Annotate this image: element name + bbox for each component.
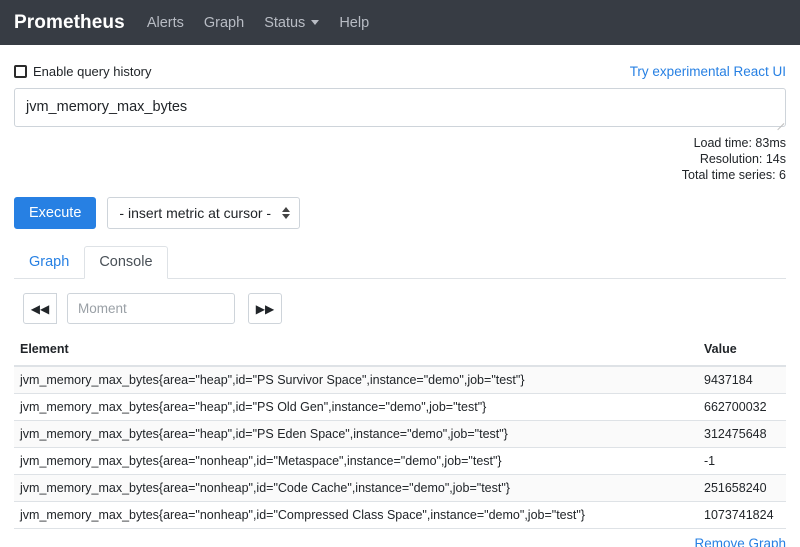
nav-item-alerts-label: Alerts (147, 15, 184, 31)
cell-element: jvm_memory_max_bytes{area="heap",id="PS … (14, 421, 698, 448)
graph-console-tabs: Graph Console (14, 246, 786, 279)
cell-element: jvm_memory_max_bytes{area="nonheap",id="… (14, 475, 698, 502)
remove-graph-link[interactable]: Remove Graph (694, 536, 786, 547)
remove-graph-row: Remove Graph (14, 536, 786, 547)
result-table: Element Value jvm_memory_max_bytes{area=… (14, 338, 786, 529)
moment-navigation: ◀◀ ▶▶ (23, 293, 786, 324)
enable-query-history-control[interactable]: Enable query history (14, 64, 152, 79)
tab-graph[interactable]: Graph (14, 246, 84, 279)
nav-item-graph-label: Graph (204, 15, 244, 31)
cell-element: jvm_memory_max_bytes{area="nonheap",id="… (14, 448, 698, 475)
query-history-checkbox[interactable] (14, 65, 27, 78)
nav-item-status-label: Status (264, 15, 305, 31)
cell-value: 662700032 (698, 394, 786, 421)
execute-button[interactable]: Execute (14, 197, 96, 229)
cell-element: jvm_memory_max_bytes{area="nonheap",id="… (14, 502, 698, 529)
controls-row: Execute - insert metric at cursor - (14, 197, 786, 229)
stat-total-series: Total time series: 6 (14, 167, 786, 183)
table-row: jvm_memory_max_bytes{area="nonheap",id="… (14, 502, 786, 529)
query-stats: Load time: 83ms Resolution: 14s Total ti… (14, 135, 786, 183)
topbar: Enable query history Try experimental Re… (14, 45, 786, 75)
expression-wrapper (14, 88, 786, 127)
nav-item-status[interactable]: Status (264, 15, 319, 31)
cell-element: jvm_memory_max_bytes{area="heap",id="PS … (14, 366, 698, 394)
column-header-value: Value (698, 338, 786, 366)
insert-metric-select-value: - insert metric at cursor - (119, 205, 271, 221)
cell-value: 312475648 (698, 421, 786, 448)
tab-console[interactable]: Console (84, 246, 167, 279)
result-table-head: Element Value (14, 338, 786, 366)
select-spinner-icon (282, 207, 290, 219)
cell-value: -1 (698, 448, 786, 475)
table-row: jvm_memory_max_bytes{area="heap",id="PS … (14, 366, 786, 394)
brand-prometheus[interactable]: Prometheus (14, 12, 125, 34)
cell-value: 9437184 (698, 366, 786, 394)
result-table-body: jvm_memory_max_bytes{area="heap",id="PS … (14, 366, 786, 529)
insert-metric-select[interactable]: - insert metric at cursor - (107, 197, 300, 229)
stat-resolution: Resolution: 14s (14, 151, 786, 167)
step-forward-icon[interactable]: ▶▶ (248, 293, 282, 324)
nav-item-help[interactable]: Help (339, 15, 369, 31)
console-panel: ◀◀ ▶▶ Element Value jvm_memory_max_bytes… (14, 279, 786, 547)
stat-load-time: Load time: 83ms (14, 135, 786, 151)
step-backward-icon[interactable]: ◀◀ (23, 293, 57, 324)
table-row: jvm_memory_max_bytes{area="heap",id="PS … (14, 394, 786, 421)
moment-input[interactable] (67, 293, 235, 324)
nav-item-alerts[interactable]: Alerts (147, 15, 184, 31)
nav-item-graph[interactable]: Graph (204, 15, 244, 31)
table-row: jvm_memory_max_bytes{area="nonheap",id="… (14, 448, 786, 475)
query-history-label: Enable query history (33, 64, 152, 79)
page-content: Enable query history Try experimental Re… (0, 45, 800, 547)
cell-value: 1073741824 (698, 502, 786, 529)
table-row: jvm_memory_max_bytes{area="nonheap",id="… (14, 475, 786, 502)
nav-item-help-label: Help (339, 15, 369, 31)
column-header-element: Element (14, 338, 698, 366)
navbar: Prometheus Alerts Graph Status Help (0, 0, 800, 45)
try-react-ui-link[interactable]: Try experimental React UI (630, 64, 786, 79)
chevron-down-icon (311, 20, 319, 25)
table-header-row: Element Value (14, 338, 786, 366)
cell-value: 251658240 (698, 475, 786, 502)
table-row: jvm_memory_max_bytes{area="heap",id="PS … (14, 421, 786, 448)
expression-input[interactable] (14, 88, 786, 127)
cell-element: jvm_memory_max_bytes{area="heap",id="PS … (14, 394, 698, 421)
